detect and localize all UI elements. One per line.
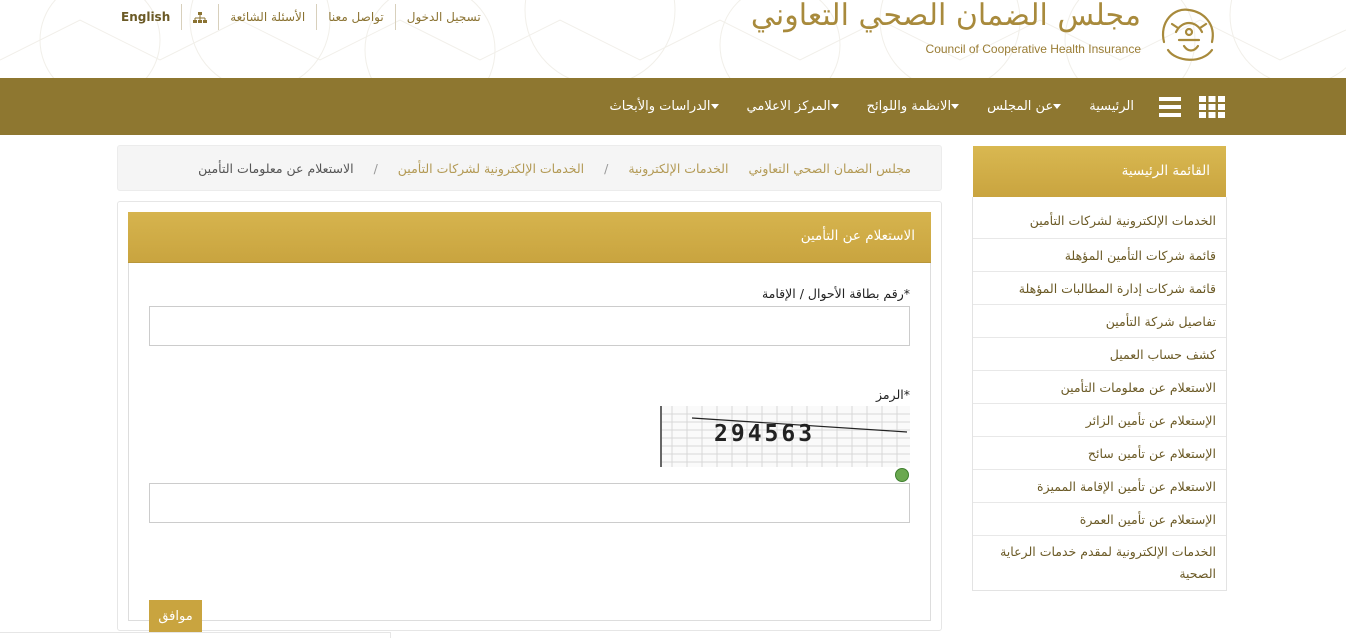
sidebar-item-insurer-eservices[interactable]: الخدمات الإلكترونية لشركات التأمين (973, 197, 1226, 238)
nav-about[interactable]: عن المجلس (987, 99, 1067, 114)
apps-grid-icon[interactable] (1198, 93, 1226, 121)
footer-divider-vertical (390, 632, 391, 638)
breadcrumb-link-eservices[interactable]: الخدمات الإلكترونية (628, 161, 728, 176)
sidebar-item-qualified-tpas[interactable]: قائمة شركات إدارة المطالبات المؤهلة (973, 271, 1226, 304)
form-panel-header: الاستعلام عن التأمين (128, 212, 931, 263)
chevron-down-icon (951, 104, 960, 109)
sidebar-item-insurer-details[interactable]: تفاصيل شركة التأمين (973, 304, 1226, 337)
footer-divider (0, 632, 390, 633)
sidebar-item-tourist-insurance[interactable]: الإستعلام عن تأمين سائح (973, 436, 1226, 469)
contact-link[interactable]: تواصل معنا (316, 4, 394, 30)
sidebar-item-qualified-insurers[interactable]: قائمة شركات التأمين المؤهلة (973, 238, 1226, 271)
nav-items: الرئيسية عن المجلس الانظمة واللوائح المر… (588, 78, 1226, 135)
login-link[interactable]: تسجيل الدخول (394, 4, 492, 30)
sitemap-icon (193, 11, 208, 23)
sidebar-item-umrah-insurance[interactable]: الإستعلام عن تأمين العمرة (973, 502, 1226, 535)
nav-research-label: الدراسات والأبحاث (609, 99, 711, 114)
captcha-image: 294563 (660, 406, 910, 467)
sidebar-header: القائمة الرئيسية (973, 146, 1226, 197)
sitemap-link[interactable] (181, 4, 218, 30)
nav-about-label: عن المجلس (987, 99, 1054, 114)
chevron-down-icon (830, 104, 839, 109)
form-title: الاستعلام عن التأمين (800, 228, 915, 244)
site-header: تسجيل الدخول تواصل معنا الأسئلة الشائعة … (0, 0, 1346, 78)
sidebar-item-customer-statement[interactable]: كشف حساب العميل (973, 337, 1226, 370)
sidebar-item-premium-residency[interactable]: الاستعلام عن تأمين الإقامة المميزة (973, 469, 1226, 502)
nav-home[interactable]: الرئيسية (1089, 99, 1134, 114)
hamburger-menu-icon[interactable] (1156, 93, 1184, 121)
logo-english-text: Council of Cooperative Health Insurance (925, 42, 1141, 56)
refresh-captcha-icon[interactable] (895, 468, 909, 482)
captcha-code-label: الرمز* (875, 387, 910, 402)
top-links: تسجيل الدخول تواصل معنا الأسئلة الشائعة … (110, 3, 492, 31)
captcha-code-input[interactable] (149, 483, 910, 523)
breadcrumb-separator: / (604, 160, 609, 176)
breadcrumb-link-insurer-eservices[interactable]: الخدمات الإلكترونية لشركات التأمين (398, 161, 584, 176)
english-link[interactable]: English (110, 4, 181, 30)
council-emblem-icon[interactable] (1154, 2, 1224, 68)
main-nav: الرئيسية عن المجلس الانظمة واللوائح المر… (0, 78, 1346, 135)
nav-media-center[interactable]: المركز الاعلامي (747, 99, 845, 114)
nav-research[interactable]: الدراسات والأبحاث (610, 99, 725, 114)
sidebar-item-provider-eservices[interactable]: الخدمات الإلكترونية لمقدم خدمات الرعاية … (973, 535, 1226, 590)
nav-home-label: الرئيسية (1089, 99, 1134, 114)
sidebar-item-visitor-insurance[interactable]: الإستعلام عن تأمين الزائر (973, 403, 1226, 436)
breadcrumb-link-council[interactable]: مجلس الضمان الصحي التعاوني (748, 161, 911, 176)
chevron-down-icon (710, 104, 719, 109)
faq-link[interactable]: الأسئلة الشائعة (218, 4, 316, 30)
chevron-down-icon (1053, 104, 1062, 109)
logo-arabic-text: مجلس الضمان الصحي التعاوني (750, 0, 1142, 33)
id-number-input[interactable] (149, 306, 910, 346)
nav-regulations[interactable]: الانظمة واللوائح (867, 99, 965, 114)
breadcrumb-current: الاستعلام عن معلومات التأمين (198, 160, 354, 176)
sidebar-title: القائمة الرئيسية (1121, 163, 1210, 179)
id-number-label: رقم بطاقة الأحوال / الإقامة* (761, 286, 910, 301)
sidebar-item-insurance-inquiry[interactable]: الاستعلام عن معلومات التأمين (973, 370, 1226, 403)
breadcrumb: مجلس الضمان الصحي التعاوني الخدمات الإلك… (117, 145, 942, 191)
nav-regulations-label: الانظمة واللوائح (866, 99, 952, 114)
sidebar-menu: الخدمات الإلكترونية لشركات التأمين قائمة… (972, 197, 1227, 591)
nav-media-center-label: المركز الاعلامي (746, 99, 831, 114)
submit-button[interactable]: موافق (149, 600, 202, 632)
captcha-text: 294563 (714, 421, 816, 447)
breadcrumb-separator: / (373, 160, 378, 176)
